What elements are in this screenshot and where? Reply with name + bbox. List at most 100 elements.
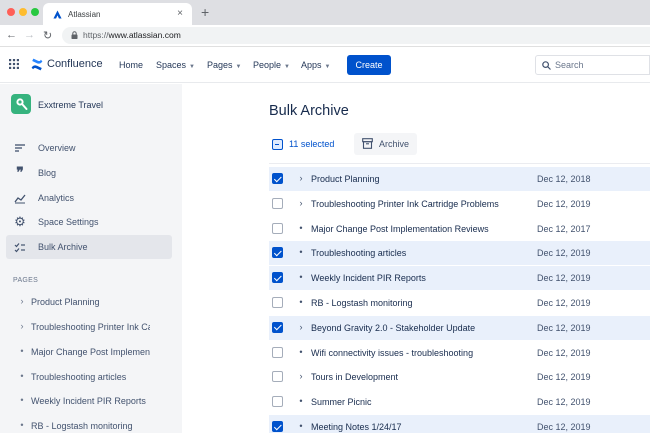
table-row[interactable]: • Meeting Notes 1/24/17 Dec 12, 2019	[269, 415, 650, 433]
table-row[interactable]: › Tours in Development Dec 12, 2019	[269, 365, 650, 389]
page-tree-item[interactable]: › Product Planning	[12, 293, 162, 313]
page-tree-item[interactable]: › Troubleshooting Printer Ink Cartridge …	[12, 318, 151, 338]
url-field[interactable]: https://www.atlassian.com	[62, 27, 650, 44]
row-checkbox[interactable]	[272, 272, 283, 284]
sidebar-item-analytics[interactable]: Analytics	[6, 186, 172, 210]
atlassian-logo-icon	[53, 10, 62, 19]
row-checkbox[interactable]	[272, 396, 283, 408]
page-tree-item[interactable]: • RB - Logstash monitoring	[12, 417, 162, 433]
row-checkbox[interactable]	[272, 371, 283, 383]
table-row[interactable]: › Product Planning Dec 12, 2018	[269, 167, 650, 191]
table-row[interactable]: › Beyond Gravity 2.0 - Stakeholder Update…	[269, 315, 650, 340]
page-tree-item[interactable]: • Troubleshooting articles	[12, 368, 162, 388]
date-cell: Dec 12, 2019	[537, 372, 591, 383]
row-checkbox[interactable]	[272, 321, 283, 333]
chevron-right-icon[interactable]: ›	[18, 321, 26, 331]
row-checkbox[interactable]	[272, 297, 283, 308]
create-button[interactable]: Create	[347, 55, 391, 75]
bullet-icon: •	[20, 346, 24, 356]
select-all-checkbox[interactable]	[272, 139, 283, 150]
reload-icon[interactable]: ↻	[43, 29, 52, 42]
row-checkbox[interactable]	[272, 173, 283, 184]
table-row[interactable]: • Troubleshooting articles Dec 12, 2019	[269, 241, 650, 266]
table-row[interactable]: • Weekly Incident PIR Reports Dec 12, 2019	[269, 266, 650, 291]
page-tree-item[interactable]: • Weekly Incident PIR Reports	[12, 392, 162, 412]
page-title-cell[interactable]: Troubleshooting articles	[311, 248, 406, 258]
row-checkbox[interactable]	[272, 346, 283, 358]
row-checkbox[interactable]	[272, 247, 283, 259]
new-tab-button[interactable]: +	[201, 4, 209, 20]
chevron-right-icon[interactable]: ›	[297, 198, 305, 208]
sidebar-item-label: Bulk Archive	[38, 242, 88, 252]
page-title-cell[interactable]: Tours in Development	[311, 372, 398, 382]
product-name[interactable]: Confluence	[47, 58, 103, 70]
nav-pages[interactable]: Pages ▼	[207, 60, 241, 70]
search-icon	[542, 61, 551, 70]
chevron-right-icon[interactable]: ›	[18, 296, 26, 306]
page-tree-label: Product Planning	[31, 297, 100, 307]
page-title-cell[interactable]: RB - Logstash monitoring	[311, 298, 413, 308]
date-cell: Dec 12, 2018	[537, 174, 591, 184]
sidebar-item-space-settings[interactable]: ⚙ Space Settings	[6, 210, 172, 234]
confluence-logo-icon[interactable]	[31, 58, 43, 71]
list-lines-icon	[15, 144, 25, 152]
quote-icon: ❞	[16, 164, 24, 180]
browser-tab-bar: Atlassian × +	[0, 0, 650, 25]
chevron-down-icon: ▼	[235, 64, 242, 70]
row-checkbox[interactable]	[272, 197, 283, 209]
table-row[interactable]: • Summer Picnic Dec 12, 2019	[269, 390, 650, 414]
bullet-icon: •	[299, 421, 303, 431]
back-arrow-icon[interactable]: ←	[6, 29, 17, 41]
app-switcher-icon[interactable]	[9, 59, 19, 69]
page-title-cell[interactable]: Wifi connectivity issues - troubleshooti…	[311, 348, 473, 358]
chevron-right-icon[interactable]: ›	[297, 322, 305, 332]
browser-tab[interactable]: Atlassian ×	[43, 3, 192, 25]
nav-apps[interactable]: Apps ▼	[301, 60, 330, 70]
bullet-icon: •	[20, 395, 24, 405]
page-tree-item[interactable]: • Major Change Post Implementation Revie…	[12, 343, 150, 363]
bullet-icon: •	[299, 297, 303, 307]
table-row[interactable]: • RB - Logstash monitoring Dec 12, 2019	[269, 291, 650, 315]
sidebar-item-overview[interactable]: Overview	[6, 136, 172, 160]
nav-people[interactable]: People ▼	[253, 60, 290, 70]
date-cell: Dec 12, 2019	[537, 347, 591, 358]
page-title-cell[interactable]: Weekly Incident PIR Reports	[311, 273, 426, 283]
window-minimize-button[interactable]	[19, 8, 27, 16]
page-title-cell[interactable]: Product Planning	[311, 174, 380, 184]
forward-arrow-icon[interactable]: →	[24, 29, 35, 41]
window-close-button[interactable]	[7, 8, 15, 16]
url-text: https://www.atlassian.com	[83, 30, 181, 40]
sidebar-item-blog[interactable]: ❞ Blog	[6, 161, 172, 185]
page-title-cell[interactable]: Summer Picnic	[311, 397, 372, 407]
chevron-right-icon[interactable]: ›	[297, 371, 305, 381]
page-title-cell[interactable]: Troubleshooting Printer Ink Cartridge Pr…	[311, 199, 499, 209]
nav-home[interactable]: Home	[119, 60, 143, 70]
window-maximize-button[interactable]	[31, 8, 39, 16]
url-scheme: https://	[83, 30, 109, 40]
archive-button[interactable]: Archive	[354, 133, 417, 155]
divider	[269, 163, 650, 164]
nav-spaces[interactable]: Spaces ▼	[156, 60, 195, 70]
row-checkbox[interactable]	[272, 222, 283, 234]
page-title-cell[interactable]: Major Change Post Implementation Reviews	[311, 224, 489, 234]
sidebar-item-bulk-archive[interactable]: Bulk Archive	[6, 235, 172, 259]
space-avatar[interactable]	[11, 94, 31, 114]
table-row[interactable]: • Major Change Post Implementation Review…	[269, 217, 650, 241]
search-input[interactable]: Search	[535, 55, 650, 75]
row-checkbox[interactable]	[272, 421, 283, 432]
table-row[interactable]: • Wifi connectivity issues - troubleshoot…	[269, 341, 650, 365]
space-name[interactable]: Exxtreme Travel	[38, 100, 103, 110]
page-title-cell[interactable]: Beyond Gravity 2.0 - Stakeholder Update	[311, 323, 475, 333]
date-cell: Dec 12, 2019	[537, 397, 591, 408]
space-sidebar: Exxtreme Travel Overview ❞ Blog Analytic…	[0, 84, 182, 433]
nav-spaces-label: Spaces	[156, 60, 187, 70]
sidebar-item-label: Overview	[38, 143, 76, 153]
bullet-icon: •	[299, 396, 303, 407]
page-title-cell[interactable]: Meeting Notes 1/24/17	[311, 422, 402, 432]
table-row[interactable]: › Troubleshooting Printer Ink Cartridge P…	[269, 192, 650, 216]
archive-button-label: Archive	[379, 139, 410, 149]
tab-close-icon[interactable]: ×	[177, 8, 183, 19]
chart-line-icon	[14, 194, 26, 204]
chevron-right-icon[interactable]: ›	[297, 173, 305, 183]
bullet-icon: •	[299, 247, 303, 258]
